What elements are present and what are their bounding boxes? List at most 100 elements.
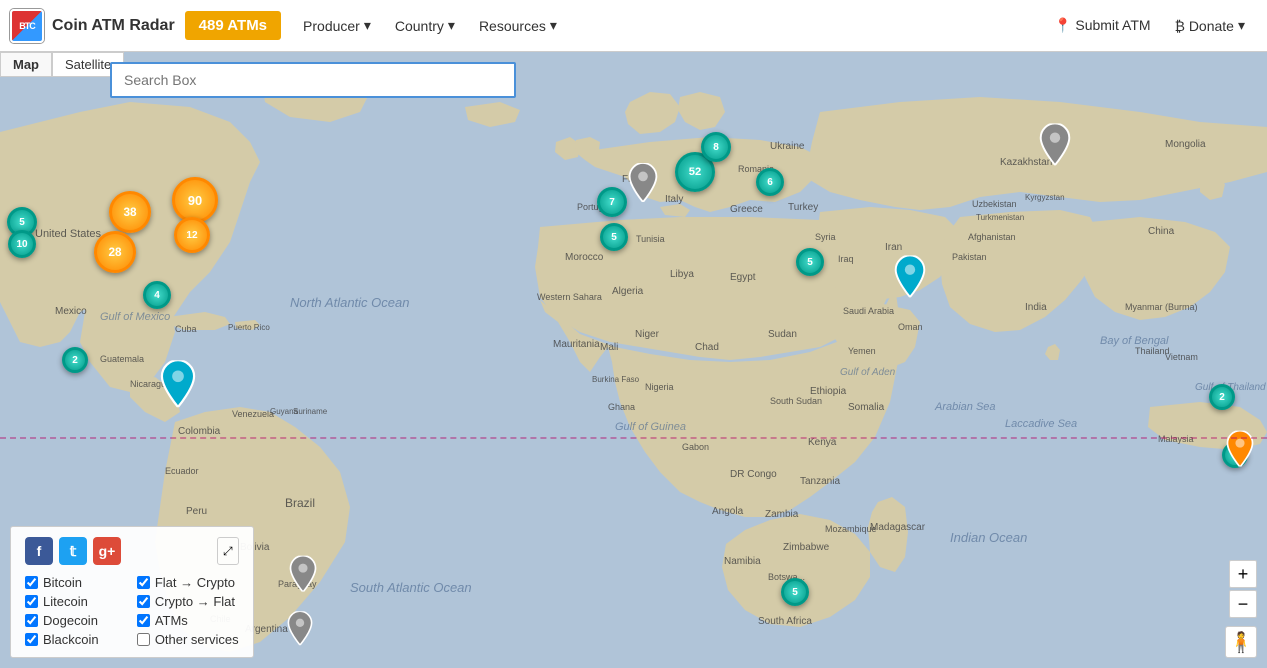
checkbox-bitcoin[interactable] (25, 576, 38, 589)
map-area[interactable]: North Atlantic Ocean South Atlantic Ocea… (0, 52, 1267, 668)
nav-submit-atm[interactable]: 📍 Submit ATM (1042, 11, 1163, 40)
search-input[interactable] (110, 62, 516, 98)
facebook-button[interactable]: f (25, 537, 53, 565)
cluster-c6[interactable]: 10 (8, 230, 36, 258)
svg-text:Ukraine: Ukraine (770, 141, 805, 152)
nav-country[interactable]: Country ▾ (383, 11, 467, 40)
cluster-c3[interactable]: 12 (174, 217, 210, 253)
fullscreen-button[interactable]: 🧍 (1225, 626, 1257, 658)
svg-text:Libya: Libya (670, 269, 694, 280)
svg-text:Italy: Italy (665, 194, 683, 205)
pin-p5[interactable] (289, 556, 317, 597)
svg-text:North Atlantic Ocean: North Atlantic Ocean (290, 295, 409, 310)
svg-text:Oman: Oman (898, 322, 923, 332)
svg-text:Myanmar (Burma): Myanmar (Burma) (1125, 302, 1198, 312)
svg-text:Colombia: Colombia (178, 426, 221, 437)
legend-litecoin[interactable]: Litecoin (25, 594, 127, 609)
legend-flat-crypto[interactable]: Flat → Crypto (137, 575, 239, 590)
svg-text:Suriname: Suriname (293, 407, 328, 416)
checkbox-litecoin[interactable] (25, 595, 38, 608)
checkbox-other[interactable] (137, 633, 150, 646)
tab-map[interactable]: Map (0, 52, 52, 77)
svg-text:Gulf of Guinea: Gulf of Guinea (615, 421, 686, 433)
svg-text:India: India (1025, 302, 1047, 313)
cluster-c11[interactable]: 5 (600, 223, 628, 251)
svg-text:Mexico: Mexico (55, 306, 87, 317)
svg-text:Syria: Syria (815, 232, 836, 242)
search-container (110, 62, 516, 98)
cluster-c17[interactable]: 5 (781, 578, 809, 606)
legend-bitcoin[interactable]: Bitcoin (25, 575, 127, 590)
logo-text: Coin ATM Radar (52, 17, 175, 35)
cluster-c4[interactable]: 28 (94, 231, 136, 273)
svg-text:Zimbabwe: Zimbabwe (783, 542, 830, 553)
cluster-c15[interactable]: 2 (1209, 384, 1235, 410)
svg-text:Cuba: Cuba (175, 324, 197, 334)
checkbox-crypto-flat[interactable] (137, 595, 150, 608)
svg-text:Malaysia: Malaysia (1158, 434, 1194, 444)
zoom-out-button[interactable]: − (1229, 590, 1257, 618)
zoom-in-button[interactable]: + (1229, 560, 1257, 588)
twitter-button[interactable]: 𝕥 (59, 537, 87, 565)
checkbox-blackcoin[interactable] (25, 633, 38, 646)
person-icon: 🧍 (1229, 630, 1254, 655)
googleplus-button[interactable]: g+ (93, 537, 121, 565)
nav-resources[interactable]: Resources ▾ (467, 11, 569, 40)
svg-text:Mozambique: Mozambique (825, 524, 877, 534)
svg-text:Pakistan: Pakistan (952, 252, 987, 262)
nav-donate[interactable]: ₿ Donate ▾ (1163, 11, 1257, 40)
svg-text:Angola: Angola (712, 506, 744, 517)
legend-blackcoin[interactable]: Blackcoin (25, 632, 127, 647)
checkbox-atms[interactable] (137, 614, 150, 627)
expand-button[interactable]: ⤢ (217, 537, 239, 565)
svg-text:Brazil: Brazil (285, 496, 315, 510)
cluster-c12[interactable]: 8 (701, 132, 731, 162)
svg-text:Yemen: Yemen (848, 346, 876, 356)
pin-p3[interactable] (894, 255, 926, 302)
checkbox-flat-crypto[interactable] (137, 576, 150, 589)
svg-text:Nigeria: Nigeria (645, 382, 674, 392)
svg-text:South Atlantic Ocean: South Atlantic Ocean (350, 580, 472, 595)
svg-text:Mauritania: Mauritania (553, 339, 600, 350)
svg-text:Ethiopia: Ethiopia (810, 386, 847, 397)
equator-line (0, 437, 1267, 439)
nav-producer[interactable]: Producer ▾ (291, 11, 383, 40)
svg-text:Tunisia: Tunisia (636, 234, 665, 244)
svg-text:Chad: Chad (695, 342, 719, 353)
pin-p6[interactable] (287, 611, 313, 650)
cluster-c13[interactable]: 6 (756, 168, 784, 196)
svg-text:Puerto Rico: Puerto Rico (228, 323, 270, 332)
pin-p1[interactable] (160, 360, 196, 412)
svg-text:Egypt: Egypt (730, 272, 756, 283)
svg-text:Gabon: Gabon (682, 442, 709, 452)
svg-text:Iraq: Iraq (838, 254, 854, 264)
svg-text:Gulf of Aden: Gulf of Aden (840, 367, 896, 378)
svg-text:South Sudan: South Sudan (770, 396, 822, 406)
legend: f 𝕥 g+ ⤢ Bitcoin Flat → Crypto Litecoin … (10, 526, 254, 658)
cluster-c14[interactable]: 5 (796, 248, 824, 276)
cluster-c7[interactable]: 4 (143, 281, 171, 309)
checkbox-dogecoin[interactable] (25, 614, 38, 627)
svg-text:Turkey: Turkey (788, 202, 818, 213)
svg-text:Vietnam: Vietnam (1165, 352, 1198, 362)
legend-items: Bitcoin Flat → Crypto Litecoin Crypto → … (25, 575, 239, 647)
pin-p2[interactable] (628, 163, 658, 207)
svg-text:Sudan: Sudan (768, 329, 797, 340)
svg-text:United States: United States (35, 228, 102, 240)
cluster-c1[interactable]: 38 (109, 191, 151, 233)
atm-count-badge[interactable]: 489 ATMs (185, 11, 281, 40)
legend-atms[interactable]: ATMs (137, 613, 239, 628)
legend-other[interactable]: Other services (137, 632, 239, 647)
svg-text:Western Sahara: Western Sahara (537, 292, 602, 302)
legend-crypto-flat[interactable]: Crypto → Flat (137, 594, 239, 609)
cluster-c8[interactable]: 2 (62, 347, 88, 373)
svg-text:Gulf of Mexico: Gulf of Mexico (100, 311, 170, 323)
legend-dogecoin[interactable]: Dogecoin (25, 613, 127, 628)
svg-text:Mali: Mali (600, 342, 618, 353)
cluster-c10[interactable]: 7 (597, 187, 627, 217)
svg-text:Iran: Iran (885, 242, 902, 253)
cluster-c2[interactable]: 90 (172, 177, 218, 223)
svg-text:Laccadive Sea: Laccadive Sea (1005, 418, 1077, 430)
pin-p4[interactable] (1039, 123, 1071, 170)
svg-text:Ecuador: Ecuador (165, 466, 199, 476)
